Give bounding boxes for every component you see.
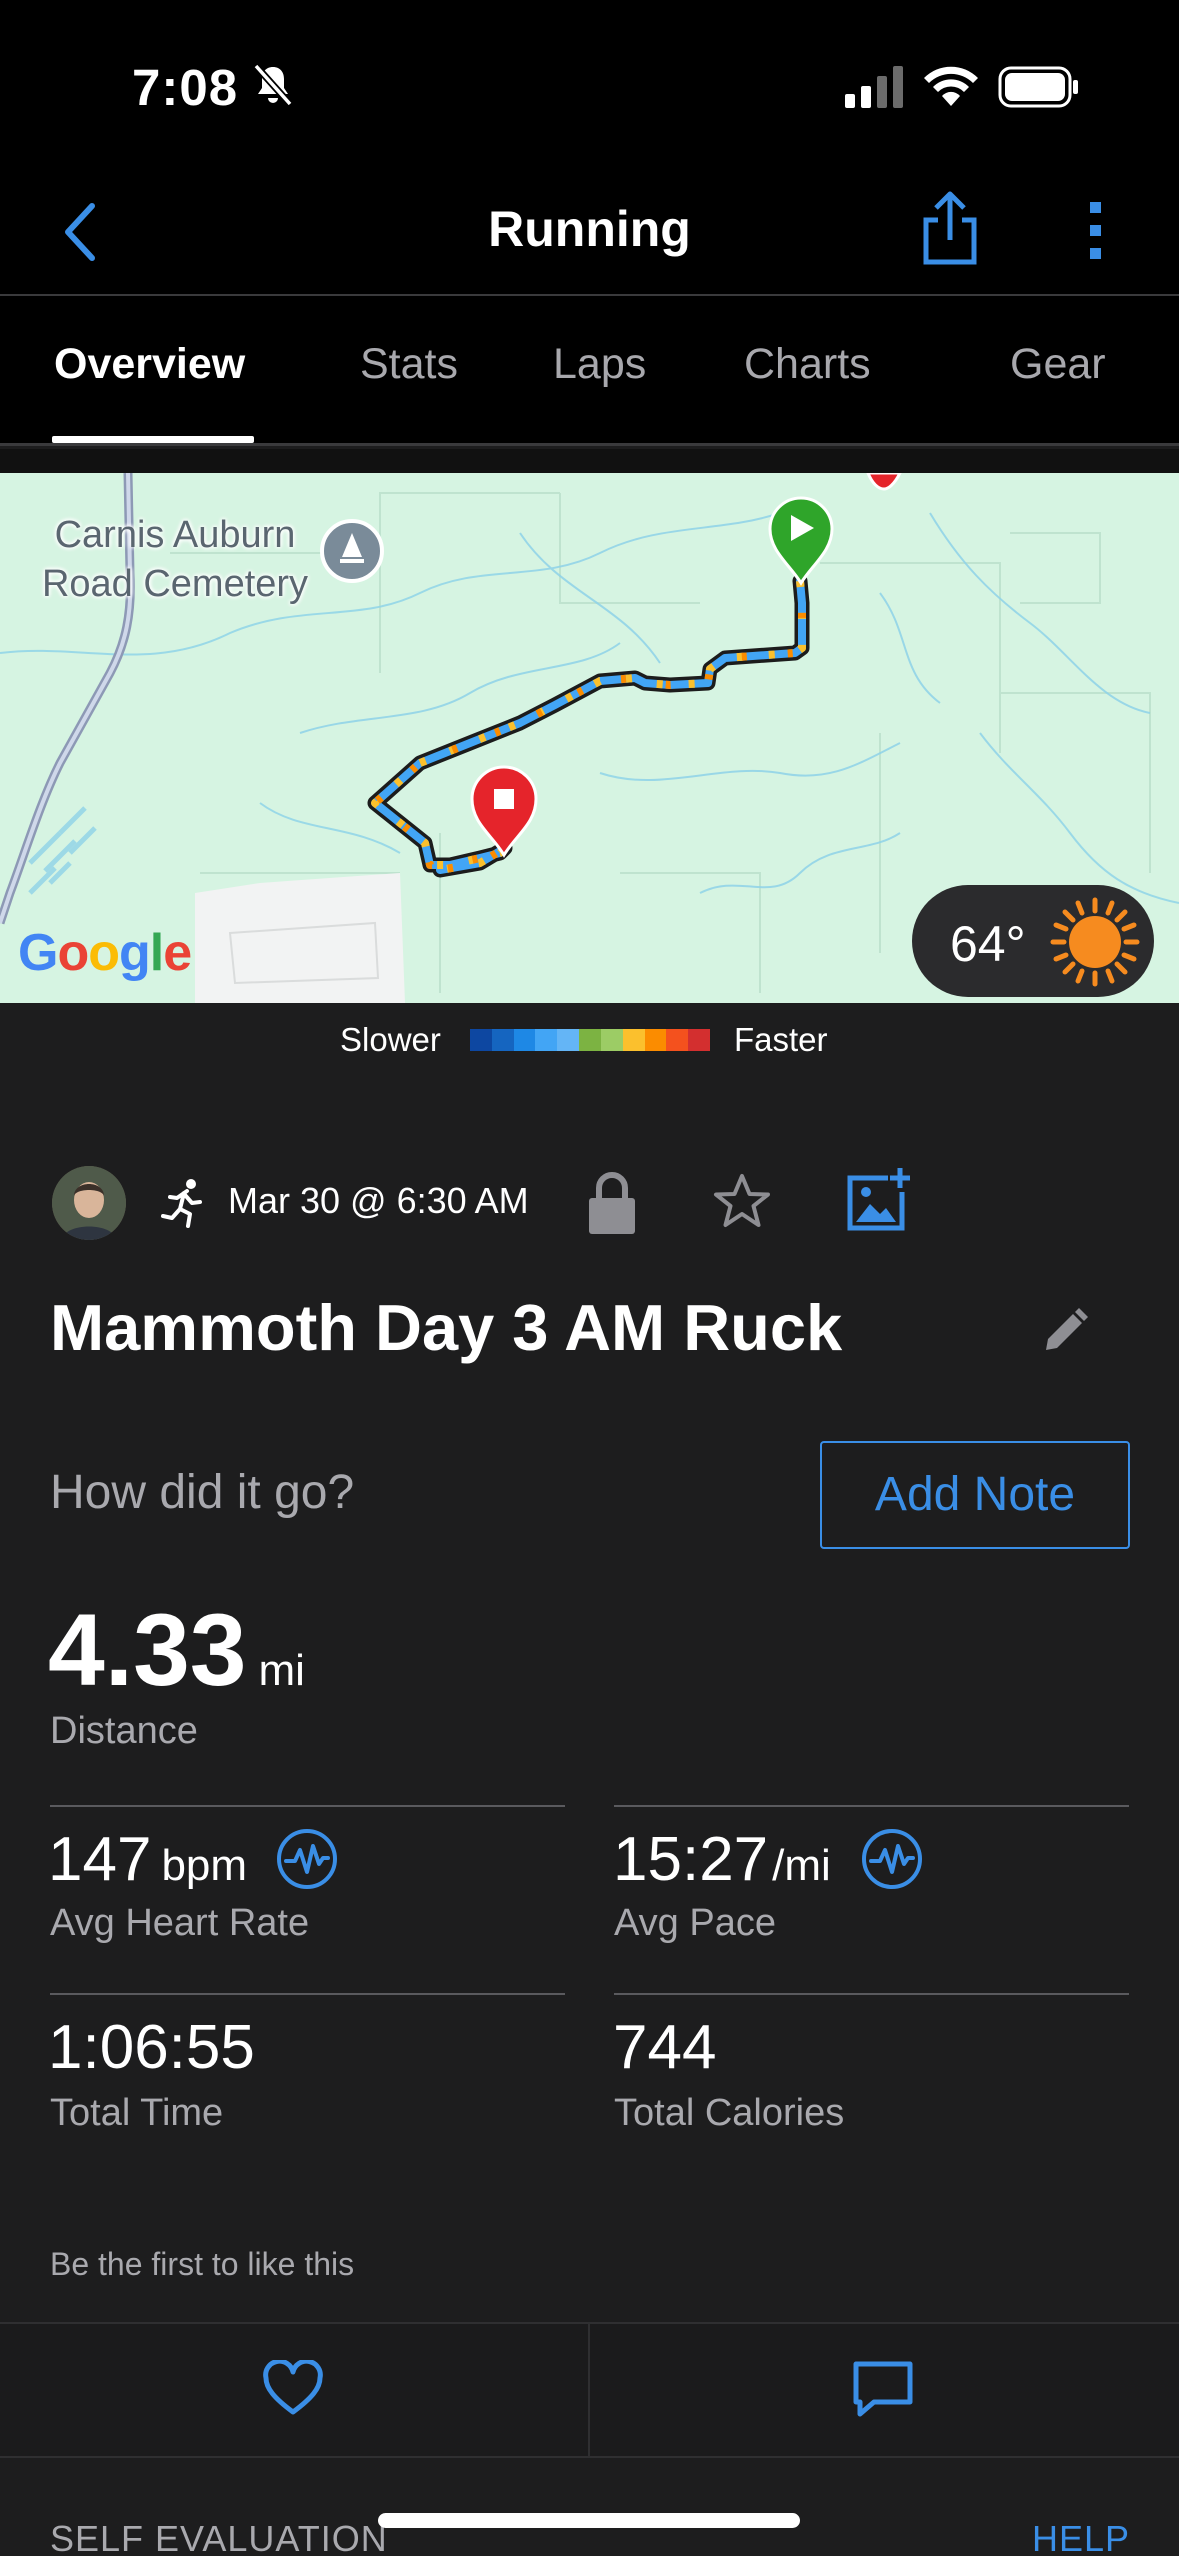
divider [614, 1805, 1129, 1807]
lock-icon[interactable] [585, 1170, 639, 1236]
active-tab-indicator [52, 436, 254, 443]
cell-signal-icon [845, 66, 903, 108]
activity-overview-screen: 7:08 Running Overview Stats Laps Charts … [0, 0, 1179, 2556]
total-calories-value: 744 [613, 2013, 717, 2082]
heart-rate-value-row: 147 bpm [48, 1824, 247, 1895]
distance-value-row: 4.33 mi [48, 1592, 305, 1709]
route-map[interactable]: Carnis Auburn Road Cemetery Google 64° [0, 473, 1179, 1003]
pace-color-segment [622, 1029, 645, 1051]
tab-overview[interactable]: Overview [54, 340, 245, 389]
divider [50, 1993, 565, 1995]
pace-color-segment [513, 1029, 536, 1051]
tab-laps[interactable]: Laps [553, 340, 646, 389]
heart-rate-label: Avg Heart Rate [50, 1902, 310, 1944]
distance-label: Distance [50, 1710, 198, 1752]
pace-legend: Slower Faster [0, 1003, 1179, 1073]
pace-color-segment [535, 1029, 558, 1051]
tab-charts[interactable]: Charts [744, 340, 871, 389]
like-heart-icon[interactable] [262, 2360, 324, 2418]
help-link[interactable]: HELP [1032, 2518, 1130, 2556]
tab-gear[interactable]: Gear [1010, 340, 1106, 389]
heart-rate-value: 147 [48, 1825, 152, 1894]
sun-icon [1050, 897, 1140, 987]
add-photo-icon[interactable] [846, 1166, 912, 1232]
avatar-image [52, 1166, 126, 1240]
pace-unit: /mi [772, 1841, 831, 1890]
pace-color-scale [470, 1029, 710, 1051]
pace-color-segment [688, 1029, 710, 1051]
legend-slower: Slower [340, 1021, 441, 1058]
edit-pencil-icon[interactable] [1040, 1306, 1090, 1356]
poi-label-line2: Road Cemetery [41, 563, 309, 605]
pace-color-segment [491, 1029, 514, 1051]
total-calories-label: Total Calories [614, 2092, 845, 2134]
add-note-button[interactable]: Add Note [820, 1441, 1130, 1549]
running-activity-icon [161, 1179, 202, 1228]
favorite-star-icon[interactable] [710, 1170, 774, 1234]
start-pin-icon [768, 496, 834, 586]
tab-stats[interactable]: Stats [360, 340, 458, 389]
social-action-bar [0, 2322, 1179, 2458]
share-icon[interactable] [918, 190, 982, 266]
divider [50, 1805, 565, 1807]
heart-rate-zone-icon[interactable] [276, 1828, 338, 1890]
weather-temp: 64° [950, 916, 1026, 972]
how-did-it-go-prompt: How did it go? [50, 1466, 355, 1519]
self-evaluation-heading: SELF EVALUATION [50, 2518, 388, 2556]
activity-title: Mammoth Day 3 AM Ruck [50, 1291, 843, 1364]
battery-icon [998, 66, 1078, 108]
pace-color-segment [470, 1029, 492, 1051]
bell-slash-icon [253, 63, 293, 107]
tab-bar: Overview Stats Laps Charts Gear [0, 296, 1179, 446]
action-bar-separator [588, 2324, 590, 2458]
divider [614, 1993, 1129, 1995]
pace-color-segment [666, 1029, 689, 1051]
like-status-text: Be the first to like this [50, 2246, 355, 2282]
more-vertical-icon[interactable] [1080, 196, 1112, 266]
status-bar: 7:08 [0, 0, 1179, 170]
distance-unit: mi [258, 1646, 305, 1695]
total-time-label: Total Time [50, 2092, 224, 2134]
home-indicator[interactable] [378, 2513, 800, 2528]
google-logo: Google [18, 924, 192, 982]
pace-color-segment [600, 1029, 623, 1051]
wifi-icon [924, 66, 978, 106]
total-time-value: 1:06:55 [48, 2013, 255, 2082]
page-title: Running [488, 201, 691, 257]
avatar[interactable] [52, 1166, 126, 1240]
activity-date: Mar 30 @ 6:30 AM [228, 1180, 529, 1221]
distance-value: 4.33 [48, 1593, 247, 1707]
pace-color-segment [557, 1029, 580, 1051]
legend-faster: Faster [734, 1021, 828, 1058]
pace-color-segment [579, 1029, 601, 1051]
end-pin-icon [470, 765, 538, 858]
poi-label: Carnis Auburn Road Cemetery [20, 511, 330, 609]
weather-badge: 64° [912, 885, 1154, 997]
heart-rate-unit: bpm [161, 1841, 248, 1890]
poi-label-line1: Carnis Auburn [54, 514, 296, 556]
status-time: 7:08 [132, 59, 239, 116]
comment-icon[interactable] [852, 2360, 914, 2418]
pace-label: Avg Pace [614, 1902, 776, 1944]
navigation-bar: Running [0, 170, 1179, 296]
pace-color-segment [644, 1029, 667, 1051]
pace-value: 15:27 [613, 1825, 769, 1894]
tab-bar-shadow [0, 449, 1179, 473]
pace-value-row: 15:27/mi [613, 1824, 831, 1895]
pace-zone-icon[interactable] [861, 1828, 923, 1890]
